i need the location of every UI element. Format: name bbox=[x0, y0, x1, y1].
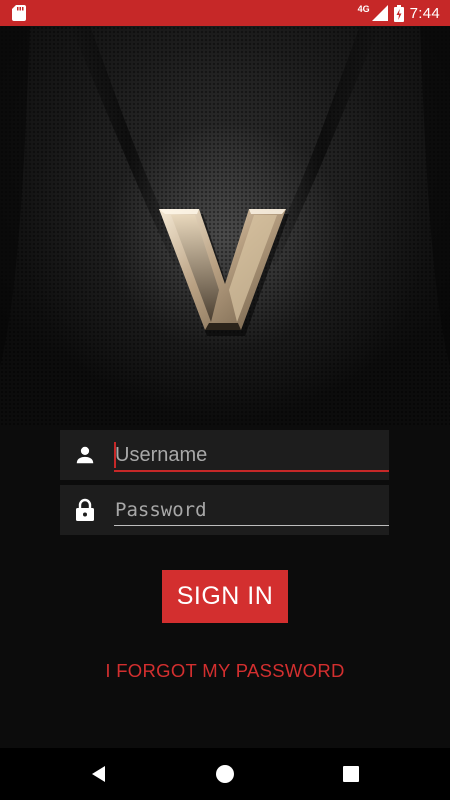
battery-charging-icon bbox=[393, 4, 404, 22]
username-underline bbox=[114, 470, 389, 472]
back-icon[interactable] bbox=[87, 762, 111, 786]
password-input[interactable] bbox=[114, 495, 389, 525]
user-icon bbox=[76, 446, 94, 464]
lock-icon bbox=[76, 498, 94, 521]
username-input[interactable] bbox=[114, 440, 389, 470]
home-icon[interactable] bbox=[213, 762, 237, 786]
status-time: 7:44 bbox=[409, 4, 440, 22]
navigation-bar bbox=[0, 748, 450, 800]
username-field[interactable] bbox=[60, 430, 389, 480]
forgot-password-link[interactable]: I FORGOT MY PASSWORD bbox=[0, 660, 450, 682]
sign-in-button[interactable]: SIGN IN bbox=[162, 570, 288, 623]
recents-icon[interactable] bbox=[339, 762, 363, 786]
password-underline bbox=[114, 525, 389, 526]
v-emblem-logo bbox=[159, 209, 289, 336]
signal-icon bbox=[371, 5, 388, 21]
status-bar: 4G 7:44 bbox=[0, 0, 450, 26]
background-fabric-art bbox=[0, 26, 450, 366]
network-type-label: 4G bbox=[357, 4, 370, 14]
sd-card-icon bbox=[12, 5, 26, 21]
login-screen: SIGN IN I FORGOT MY PASSWORD bbox=[0, 26, 450, 748]
text-cursor bbox=[114, 442, 116, 468]
password-field[interactable] bbox=[60, 485, 389, 535]
